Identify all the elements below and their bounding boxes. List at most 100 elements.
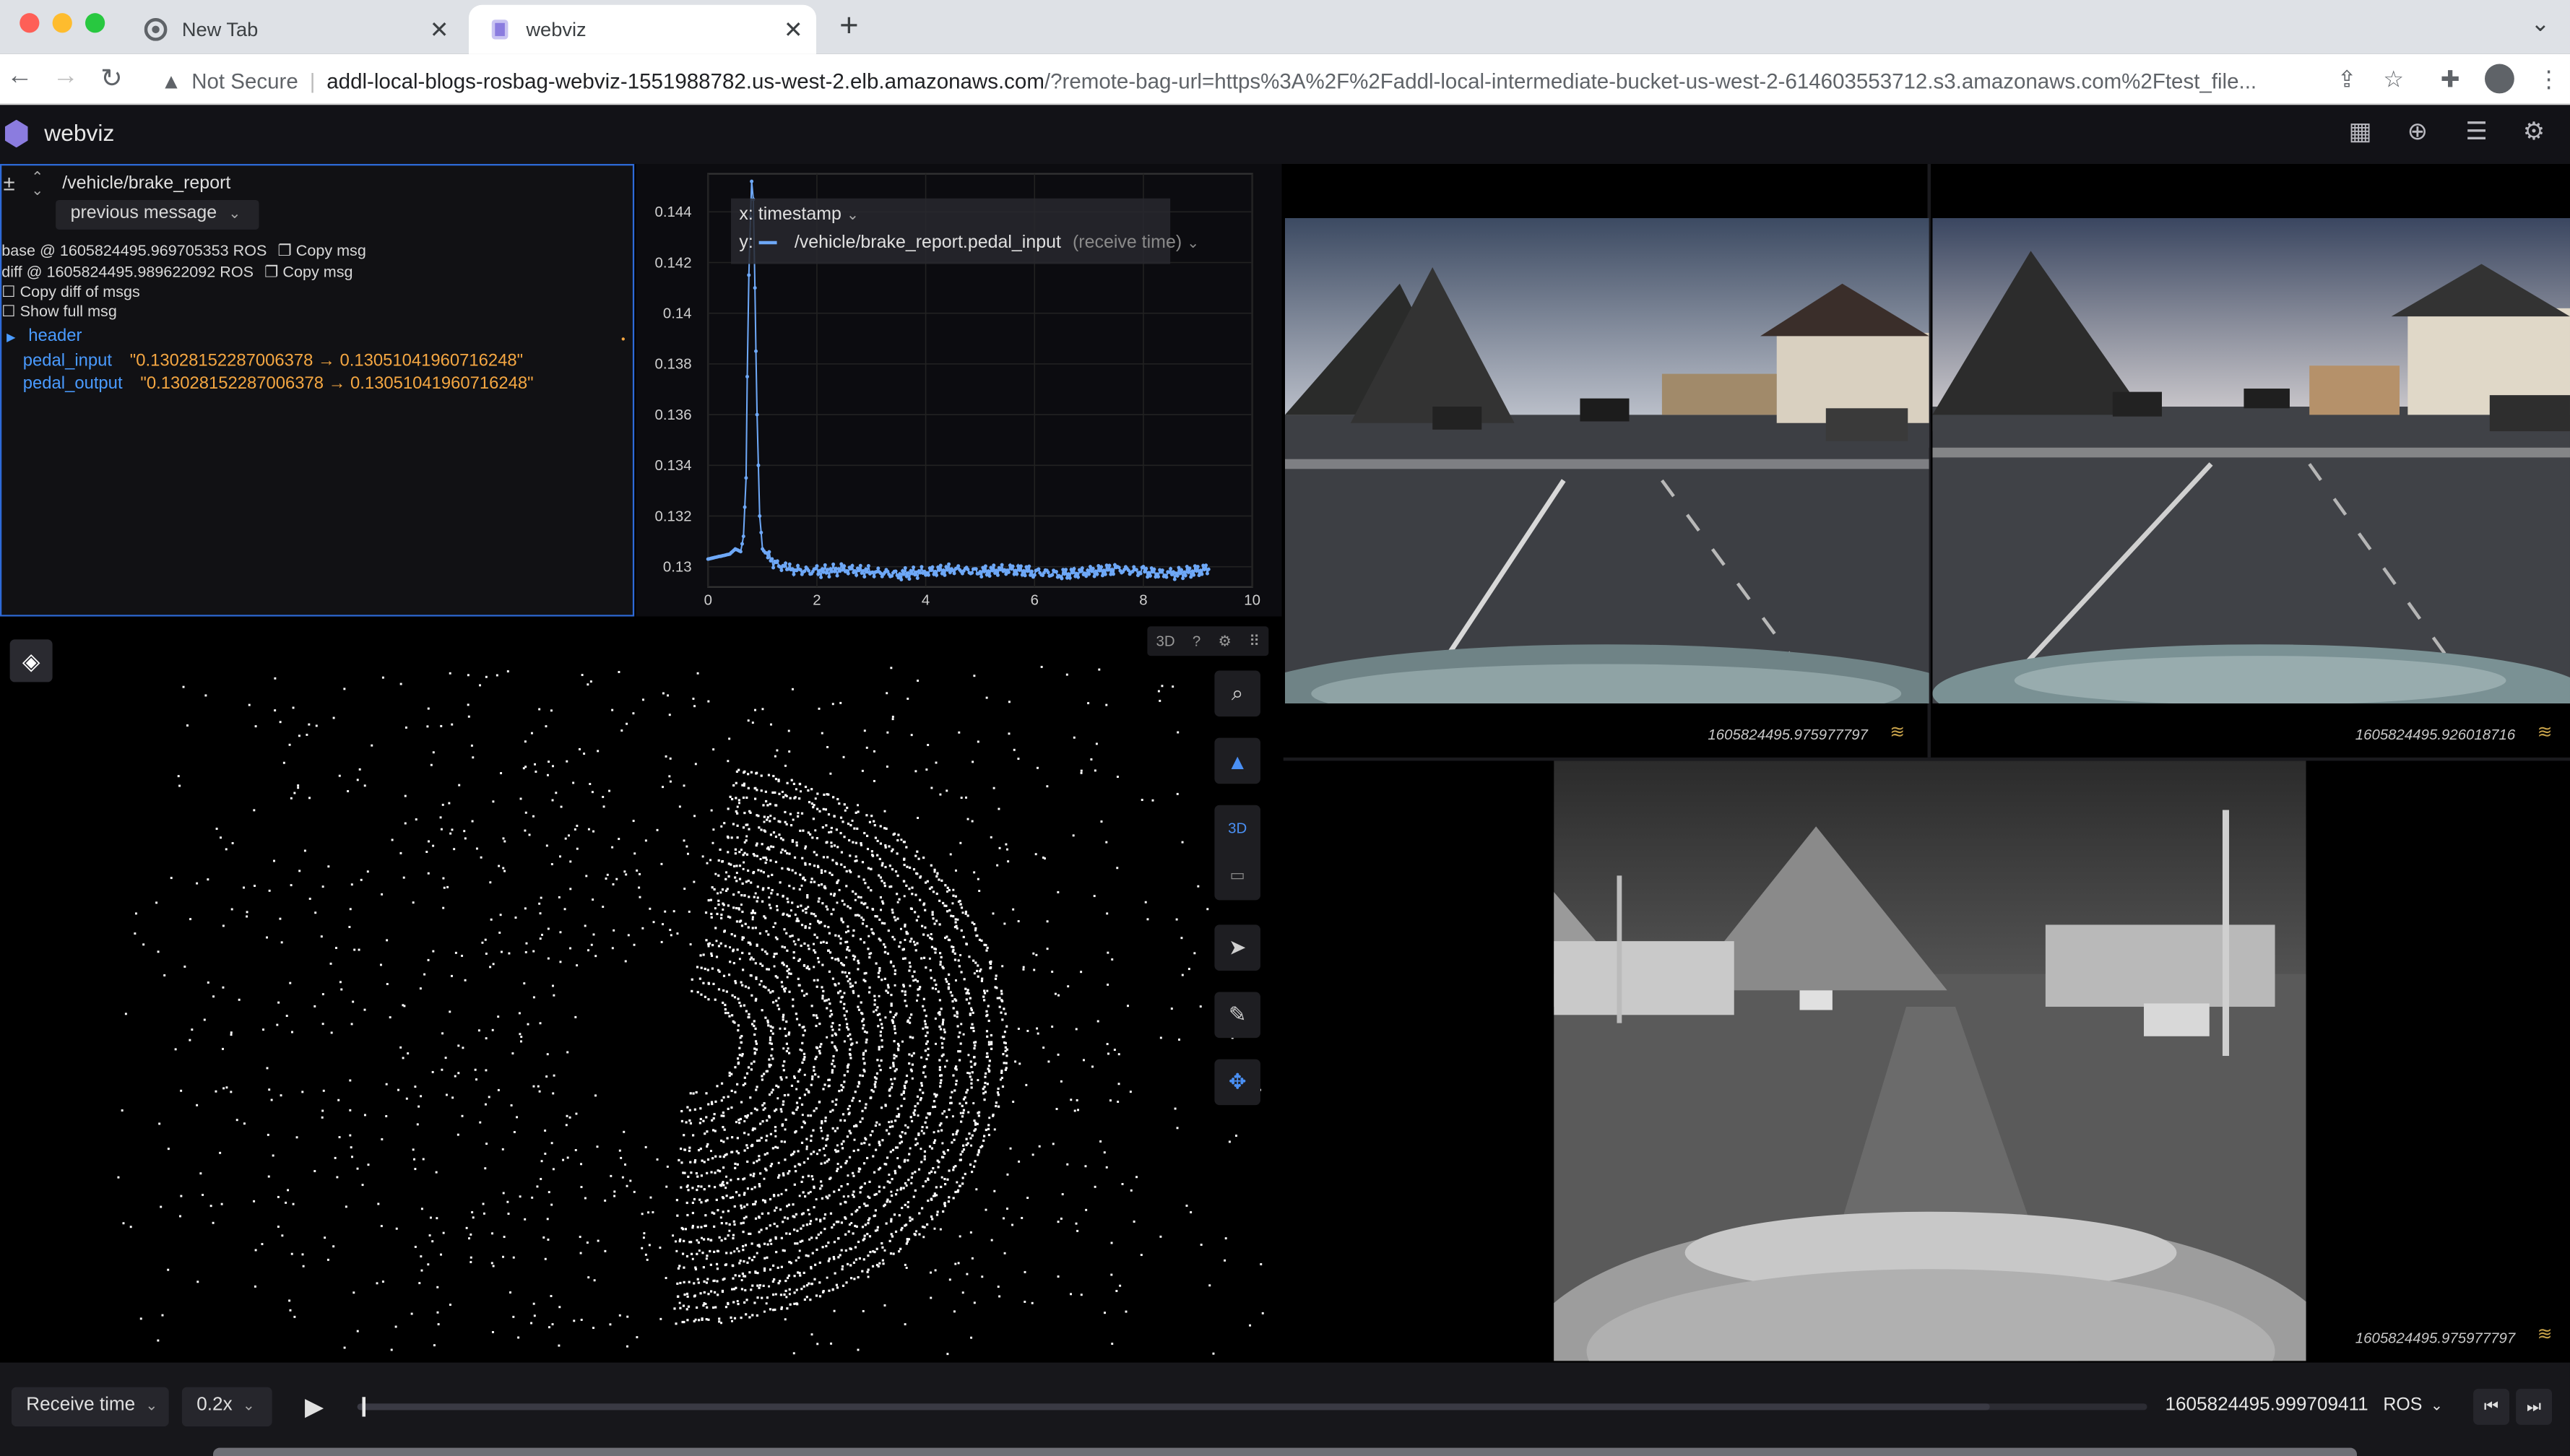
close-tab-icon[interactable]: ✕ xyxy=(780,17,806,45)
topic-path[interactable]: /vehicle/brake_report xyxy=(62,174,230,194)
y-series-setting[interactable]: y: /vehicle/brake_report.pedal_input (re… xyxy=(739,233,1199,252)
image-menu-icon[interactable]: ≋ xyxy=(2537,722,2553,742)
bookmark-star-icon[interactable]: ☆ xyxy=(2383,66,2404,94)
new-tab-plus-icon[interactable]: + xyxy=(833,8,865,46)
header-key: header xyxy=(28,326,82,347)
diff-mode-dropdown[interactable]: previous message ⌄ xyxy=(56,199,259,230)
browser-menu-icon[interactable]: ⋮ xyxy=(2537,66,2561,94)
close-tab-icon[interactable]: ✕ xyxy=(426,17,452,45)
profile-avatar-icon[interactable] xyxy=(2485,64,2514,94)
time-format-dropdown[interactable]: ROS ⌄ xyxy=(2383,1395,2443,1415)
plot-legend[interactable]: x: timestamp ⌄ y: /vehicle/brake_report.… xyxy=(731,198,1199,264)
time-mode-dropdown[interactable]: Receive time ⌄ xyxy=(11,1387,169,1427)
image-menu-icon[interactable]: ≋ xyxy=(1890,722,1905,742)
tab-search-chevron-icon[interactable]: ⌄ xyxy=(2531,10,2550,38)
show-full-msg-option[interactable]: ☐ Show full msg xyxy=(1,303,117,321)
camera-front-right-image[interactable] xyxy=(1932,217,2570,703)
header-tree-node[interactable]: ▶ header xyxy=(7,326,82,346)
back-arrow-icon[interactable]: ← xyxy=(4,62,36,92)
sort-arrows-icon[interactable]: ⌃ ⌄ xyxy=(31,170,43,198)
copy-msg-link[interactable]: Copy msg xyxy=(282,264,352,282)
panel-toolbar: 3D ? ⚙ ⠿ xyxy=(1147,626,1269,656)
data-point xyxy=(1205,571,1209,576)
speed-dropdown[interactable]: 0.2x ⌄ xyxy=(181,1387,272,1427)
x-axis-setting[interactable]: x: timestamp ⌄ xyxy=(739,205,859,225)
skip-forward-icon[interactable]: ⏭ xyxy=(2516,1388,2553,1425)
ruler-icon[interactable]: ▭ xyxy=(1229,867,1245,885)
data-point xyxy=(759,530,763,534)
copy-diff-option[interactable]: ☐ Copy diff of msgs xyxy=(1,284,139,302)
share-icon[interactable]: ⇪ xyxy=(2337,66,2357,94)
select-cursor-icon[interactable]: ➤ xyxy=(1214,924,1260,971)
data-point xyxy=(979,574,984,578)
data-point xyxy=(1138,571,1143,576)
x-tick-label: 8 xyxy=(1139,593,1147,609)
copy-icon[interactable]: ❐ xyxy=(264,264,278,282)
move-crosshair-icon[interactable]: ✥ xyxy=(1214,1059,1260,1106)
extensions-puzzle-icon[interactable]: ✚ xyxy=(2441,66,2460,94)
data-point xyxy=(966,567,970,571)
3d-panel[interactable] xyxy=(0,616,1282,1363)
layers-icon[interactable]: ◈ xyxy=(9,639,53,682)
skip-back-icon[interactable]: ⏮ xyxy=(2473,1388,2510,1425)
checkbox-icon[interactable]: ☐ xyxy=(1,284,15,302)
address-bar[interactable]: ▲ Not Secure | addl-local-blogs-rosbag-w… xyxy=(144,61,2423,100)
reload-icon[interactable]: ↻ xyxy=(95,62,128,95)
follow-arrow-icon[interactable]: ▲ xyxy=(1214,737,1260,784)
panel-settings-icon[interactable]: ⚙ xyxy=(1219,632,1232,650)
checkbox-icon[interactable]: ☐ xyxy=(1,303,15,321)
minimize-window-button[interactable] xyxy=(52,13,72,33)
url-path: /?remote-bag-url=https%3A%2F%2Faddl-loca… xyxy=(1044,68,2257,93)
data-point xyxy=(1063,572,1067,576)
data-point xyxy=(992,563,996,568)
data-point xyxy=(755,412,759,417)
base-label: base @ 1605824495.969705353 ROS xyxy=(1,242,267,261)
help-icon[interactable]: ? xyxy=(1193,633,1200,649)
copy-msg-link[interactable]: Copy msg xyxy=(296,243,366,261)
data-point xyxy=(738,550,743,554)
data-point xyxy=(1169,567,1173,571)
data-point xyxy=(862,574,867,578)
settings-gear-icon[interactable]: ⚙ xyxy=(2519,118,2549,147)
data-point xyxy=(906,571,910,575)
data-point xyxy=(1068,576,1072,580)
camera-timestamp: 1605824495.926018716 xyxy=(2355,726,2516,743)
image-menu-icon[interactable]: ≋ xyxy=(2537,1323,2553,1344)
3d-toggle[interactable]: 3D ▭ xyxy=(1214,805,1260,901)
webviz-favicon-icon xyxy=(491,20,509,40)
play-icon[interactable]: ▶ xyxy=(305,1392,324,1422)
forward-arrow-icon[interactable]: → xyxy=(49,62,82,92)
browser-tab-webviz[interactable]: webviz ✕ xyxy=(468,4,817,54)
data-point xyxy=(944,565,948,569)
data-point xyxy=(1027,564,1031,568)
data-point xyxy=(831,562,836,566)
data-point xyxy=(857,568,861,573)
data-point xyxy=(943,573,947,577)
drag-handle-icon[interactable]: ⠿ xyxy=(1249,632,1260,650)
copy-icon[interactable]: ❐ xyxy=(277,243,291,261)
x-tick-label: 0 xyxy=(704,593,712,609)
layout-icon[interactable]: ▦ xyxy=(2345,118,2375,147)
data-point xyxy=(1156,574,1161,578)
browser-tab-new-tab[interactable]: New Tab ✕ xyxy=(111,5,462,54)
draw-pencil-icon[interactable]: ✎ xyxy=(1214,992,1260,1039)
search-icon[interactable]: ⌕ xyxy=(1214,670,1260,717)
timeline-playhead[interactable] xyxy=(362,1397,366,1417)
time-format-label: ROS xyxy=(2383,1395,2423,1416)
y-tick-label: 0.142 xyxy=(655,255,692,271)
close-window-button[interactable] xyxy=(20,13,40,33)
camera-front-left-image[interactable] xyxy=(1284,217,1929,703)
data-point xyxy=(1080,566,1084,571)
expand-collapse-icon[interactable]: ± xyxy=(4,170,15,195)
add-panel-icon[interactable]: ⊕ xyxy=(2403,118,2433,147)
data-point xyxy=(1000,563,1004,567)
data-point xyxy=(995,568,999,573)
data-point xyxy=(753,286,757,290)
data-point xyxy=(1037,567,1041,571)
maximize-window-button[interactable] xyxy=(85,13,105,33)
data-source-icon[interactable]: ☰ xyxy=(2462,118,2491,147)
thermal-camera-image[interactable] xyxy=(1554,760,2306,1361)
diff-label: diff @ 1605824495.989622092 ROS xyxy=(1,264,254,282)
data-point xyxy=(1091,566,1095,571)
lidar-point-cloud[interactable] xyxy=(0,617,1281,1363)
